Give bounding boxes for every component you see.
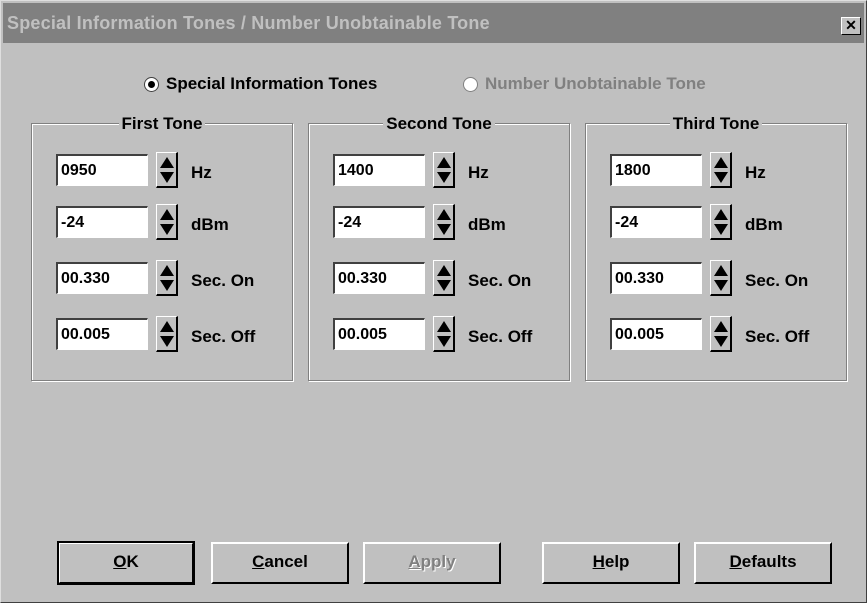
second-tone-sec-off-spinner[interactable] [433, 316, 455, 352]
groupbox-first-tone: First Tone Hz dBm Sec. On Sec. Off [31, 114, 293, 381]
first-tone-sec-off-input[interactable] [56, 318, 148, 350]
sec-off-label: Sec. Off [191, 327, 256, 346]
help-label: elp [604, 552, 630, 571]
defaults-mnemonic: D [729, 552, 742, 571]
second-tone-dbm-spinner[interactable] [433, 204, 455, 240]
hz-label: Hz [191, 163, 212, 182]
third-tone-sec-on-spinner[interactable] [710, 260, 732, 296]
title-bar[interactable]: Special Information Tones / Number Unobt… [3, 3, 864, 43]
third-tone-sec-off-spinner[interactable] [710, 316, 732, 352]
defaults-button[interactable]: Defaults [694, 542, 832, 584]
radio-special-information-tones[interactable]: Special Information Tones [144, 73, 377, 95]
first-tone-hz-spinner[interactable] [156, 152, 178, 188]
cancel-label: ancel [264, 552, 308, 571]
close-icon: ✕ [845, 17, 857, 33]
first-tone-sec-off-spinner[interactable] [156, 316, 178, 352]
second-tone-sec-on-input[interactable] [333, 262, 425, 294]
third-tone-sec-off-input[interactable] [610, 318, 702, 350]
sec-off-label: Sec. Off [468, 327, 533, 346]
apply-label: pply [420, 552, 456, 571]
third-tone-hz-spinner[interactable] [710, 152, 732, 188]
first-tone-hz-input[interactable] [56, 154, 148, 186]
ok-mnemonic: O [113, 552, 127, 571]
second-tone-dbm-input[interactable] [333, 206, 425, 238]
defaults-label: efaults [741, 552, 797, 571]
sec-off-label: Sec. Off [745, 327, 810, 346]
groupbox-title: First Tone [118, 114, 206, 133]
sec-on-label: Sec. On [191, 271, 255, 290]
first-tone-dbm-spinner[interactable] [156, 204, 178, 240]
dialog-window: Special Information Tones / Number Unobt… [0, 0, 867, 603]
second-tone-sec-off-input[interactable] [333, 318, 425, 350]
groupbox-third-tone: Third Tone Hz dBm Sec. On Sec. Off [585, 114, 847, 381]
radio-label-sit: Special Information Tones [166, 74, 378, 93]
help-button[interactable]: Help [542, 542, 680, 584]
ok-button[interactable]: OK [58, 542, 194, 584]
first-tone-sec-on-input[interactable] [56, 262, 148, 294]
close-button[interactable]: ✕ [841, 17, 861, 35]
groupbox-title: Third Tone [669, 114, 763, 133]
sec-on-label: Sec. On [745, 271, 809, 290]
second-tone-hz-spinner[interactable] [433, 152, 455, 188]
help-mnemonic: H [592, 552, 605, 571]
dbm-label: dBm [468, 215, 506, 234]
groupbox-title: Second Tone [383, 114, 495, 133]
dbm-label: dBm [745, 215, 783, 234]
second-tone-hz-input[interactable] [333, 154, 425, 186]
cancel-button[interactable]: Cancel [211, 542, 349, 584]
sec-on-label: Sec. On [468, 271, 532, 290]
hz-label: Hz [745, 163, 766, 182]
radio-checked-icon [144, 76, 159, 92]
apply-button[interactable]: Apply [363, 542, 501, 584]
dbm-label: dBm [191, 215, 229, 234]
groupbox-second-tone: Second Tone Hz dBm Sec. On Sec. Off [308, 114, 570, 381]
first-tone-dbm-input[interactable] [56, 206, 148, 238]
radio-unchecked-icon [463, 76, 478, 92]
radio-label-nut: Number Unobtainable Tone [485, 74, 706, 93]
radio-number-unobtainable-tone[interactable]: Number Unobtainable Tone [463, 73, 706, 95]
third-tone-sec-on-input[interactable] [610, 262, 702, 294]
third-tone-dbm-spinner[interactable] [710, 204, 732, 240]
hz-label: Hz [468, 163, 489, 182]
third-tone-dbm-input[interactable] [610, 206, 702, 238]
first-tone-sec-on-spinner[interactable] [156, 260, 178, 296]
window-title: Special Information Tones / Number Unobt… [7, 13, 490, 33]
cancel-mnemonic: C [252, 552, 265, 571]
apply-mnemonic: A [408, 552, 421, 571]
third-tone-hz-input[interactable] [610, 154, 702, 186]
second-tone-sec-on-spinner[interactable] [433, 260, 455, 296]
ok-label: K [126, 552, 139, 571]
